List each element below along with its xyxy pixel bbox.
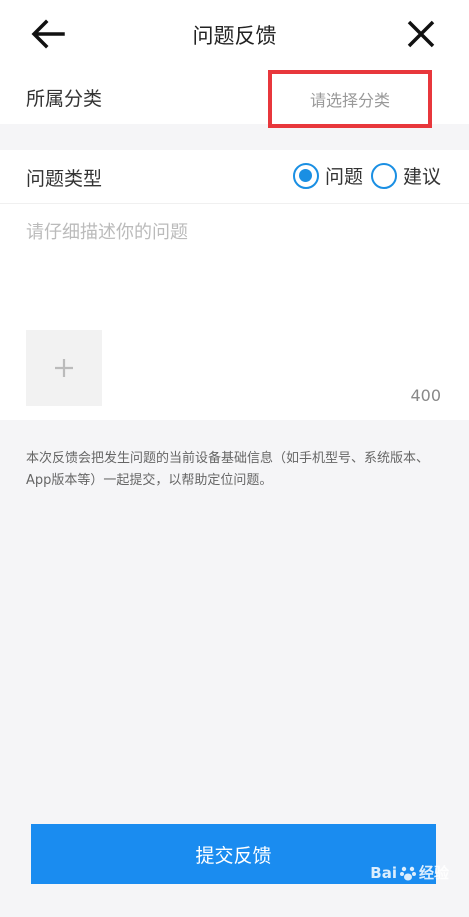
privacy-notice: 本次反馈会把发生问题的当前设备基础信息（如手机型号、系统版本、App版本等）一起…	[26, 451, 430, 488]
type-row: 问题类型 问题 建议	[0, 150, 469, 204]
description-section: 400	[0, 204, 469, 420]
radio-option-problem[interactable]: 问题	[292, 162, 363, 189]
page-title: 问题反馈	[192, 24, 277, 48]
char-counter: 400	[410, 386, 441, 405]
top-nav-bar: 问题反馈	[0, 0, 469, 68]
radio-label-suggestion: 建议	[402, 166, 441, 188]
radio-label-problem: 问题	[324, 166, 363, 188]
close-icon	[407, 20, 435, 48]
category-label: 所属分类	[26, 88, 103, 110]
submit-label: 提交反馈	[195, 844, 272, 867]
plus-icon	[55, 359, 73, 377]
category-placeholder: 请选择分类	[309, 91, 390, 110]
watermark-logo: Bai	[370, 863, 397, 882]
close-button[interactable]	[401, 14, 441, 54]
watermark-text: 经验	[418, 864, 449, 882]
baidu-watermark: Bai 经验	[370, 862, 449, 883]
type-radio-group: 问题 建议	[285, 162, 441, 189]
category-row: 所属分类 请选择分类	[0, 68, 469, 128]
radio-selected-icon	[292, 162, 319, 189]
type-label: 问题类型	[26, 168, 103, 190]
description-input[interactable]	[26, 218, 446, 318]
radio-option-suggestion[interactable]: 建议	[370, 162, 441, 189]
paw-icon	[399, 866, 416, 880]
add-image-button[interactable]	[26, 330, 102, 406]
radio-unselected-icon	[370, 162, 397, 189]
category-select[interactable]: 请选择分类	[268, 70, 432, 128]
